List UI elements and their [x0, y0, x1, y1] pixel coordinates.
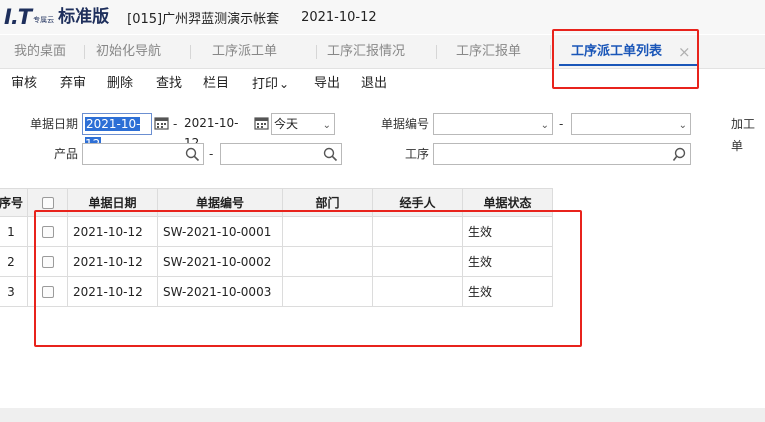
company-name: [015]广州羿蓝测演示帐套 — [127, 11, 280, 27]
table-row[interactable]: 2 2021-10-12 SW-2021-10-0002 生效 — [0, 246, 553, 277]
cell-date: 2021-10-12 — [67, 216, 158, 247]
cell-no: 1 — [0, 216, 28, 247]
exit-button[interactable]: 退出 — [361, 70, 387, 98]
cell-dept — [282, 276, 373, 307]
data-grid: 序号 单据日期 单据编号 部门 经手人 单据状态 1 2021-10-12 SW… — [0, 188, 765, 408]
row-checkbox[interactable] — [41, 286, 54, 298]
app-logo: I.T 专属云 标准版 — [4, 5, 110, 29]
tab-separator — [84, 45, 85, 59]
row-checkbox[interactable] — [41, 256, 54, 268]
range-dash: - — [209, 147, 214, 161]
print-button[interactable]: 打印⌄ — [252, 70, 289, 98]
product-to-input[interactable] — [220, 143, 342, 165]
cell-status: 生效 — [462, 276, 553, 307]
app-header: I.T 专属云 标准版 [015]广州羿蓝测演示帐套 2021-10-12 — [0, 0, 765, 34]
active-tab-indicator — [559, 64, 699, 66]
range-dash: - — [173, 117, 178, 131]
abandon-audit-button[interactable]: 弃审 — [60, 70, 86, 98]
date-range-value: 今天 — [274, 117, 299, 131]
cell-handler — [372, 216, 463, 247]
search-icon[interactable] — [185, 147, 200, 162]
date-to-input[interactable]: 2021-10-12 — [182, 113, 252, 150]
cell-select[interactable] — [27, 276, 68, 307]
tab-separator — [316, 45, 317, 59]
table-header-row: 序号 单据日期 单据编号 部门 经手人 单据状态 — [0, 188, 553, 217]
col-header-code[interactable]: 单据编号 — [157, 188, 283, 217]
cell-date: 2021-10-12 — [67, 276, 158, 307]
col-header-handler[interactable]: 经手人 — [372, 188, 463, 217]
cell-code: SW-2021-10-0003 — [157, 276, 283, 307]
process-unit-label: 加工单 — [731, 117, 756, 153]
tab-report-status[interactable]: 工序汇报情况 — [327, 35, 405, 69]
doc-no-from-select[interactable]: ⌄ — [433, 113, 553, 135]
export-button[interactable]: 导出 — [314, 70, 340, 98]
cell-dept — [282, 216, 373, 247]
find-button[interactable]: 查找 — [156, 70, 182, 98]
cell-select[interactable] — [27, 246, 68, 277]
date-range-select[interactable]: 今天 ⌄ — [271, 113, 335, 135]
date-from-input[interactable]: 2021-10-12 — [82, 113, 152, 151]
cell-status: 生效 — [462, 246, 553, 277]
print-label: 打印 — [252, 77, 279, 92]
chevron-down-icon: ⌄ — [678, 120, 687, 131]
chevron-down-icon: ⌄ — [540, 120, 549, 131]
header-date: 2021-10-12 — [301, 9, 377, 25]
logo-mark: I.T — [4, 5, 32, 29]
cell-no: 2 — [0, 246, 28, 277]
product-from-input[interactable] — [82, 143, 204, 165]
col-header-select[interactable] — [27, 188, 68, 217]
cell-code: SW-2021-10-0001 — [157, 216, 283, 247]
product-label: 产品 — [54, 147, 79, 161]
chevron-down-icon: ⌄ — [322, 120, 331, 131]
process-input[interactable] — [433, 143, 691, 165]
tab-separator — [550, 45, 551, 59]
footer-strip — [0, 408, 765, 422]
cell-dept — [282, 246, 373, 277]
logo-sub: 专属云 — [33, 16, 55, 24]
tab-init-guide[interactable]: 初始化导航 — [96, 35, 161, 69]
search-icon[interactable] — [323, 147, 338, 162]
chevron-down-icon: ⌄ — [279, 77, 290, 91]
tab-separator — [190, 45, 191, 59]
col-header-no[interactable]: 序号 — [0, 188, 28, 217]
cell-date: 2021-10-12 — [67, 246, 158, 277]
doc-no-label: 单据编号 — [381, 117, 430, 131]
cell-handler — [372, 276, 463, 307]
col-header-dept[interactable]: 部门 — [282, 188, 373, 217]
cell-handler — [372, 246, 463, 277]
tab-dispatch-order[interactable]: 工序派工单 — [212, 35, 277, 69]
select-all-checkbox[interactable] — [41, 197, 54, 209]
row-checkbox[interactable] — [41, 226, 54, 238]
table-row[interactable]: 1 2021-10-12 SW-2021-10-0001 生效 — [0, 216, 553, 247]
dispatch-table: 序号 单据日期 单据编号 部门 经手人 单据状态 1 2021-10-12 SW… — [0, 188, 553, 307]
doc-no-to-select[interactable]: ⌄ — [571, 113, 691, 135]
cell-status: 生效 — [462, 216, 553, 247]
cell-no: 3 — [0, 276, 28, 307]
calendar-icon[interactable] — [154, 116, 169, 130]
toolbar: 审核 弃审 删除 查找 栏目 打印⌄ 导出 退出 — [0, 70, 765, 98]
tab-separator — [436, 45, 437, 59]
delete-button[interactable]: 删除 — [107, 70, 133, 98]
logo-edition: 标准版 — [58, 7, 110, 27]
tab-my-desktop[interactable]: 我的桌面 — [14, 35, 66, 69]
range-dash: - — [559, 117, 564, 131]
doc-date-label: 单据日期 — [30, 117, 79, 131]
search-icon[interactable] — [672, 147, 687, 162]
col-header-status[interactable]: 单据状态 — [462, 188, 553, 217]
columns-button[interactable]: 栏目 — [203, 70, 229, 98]
cell-code: SW-2021-10-0002 — [157, 246, 283, 277]
table-row[interactable]: 3 2021-10-12 SW-2021-10-0003 生效 — [0, 276, 553, 307]
cell-select[interactable] — [27, 216, 68, 247]
calendar-icon[interactable] — [254, 116, 269, 130]
tab-report-order[interactable]: 工序汇报单 — [456, 35, 521, 69]
audit-button[interactable]: 审核 — [11, 70, 37, 98]
process-label: 工序 — [405, 147, 430, 161]
col-header-date[interactable]: 单据日期 — [67, 188, 158, 217]
